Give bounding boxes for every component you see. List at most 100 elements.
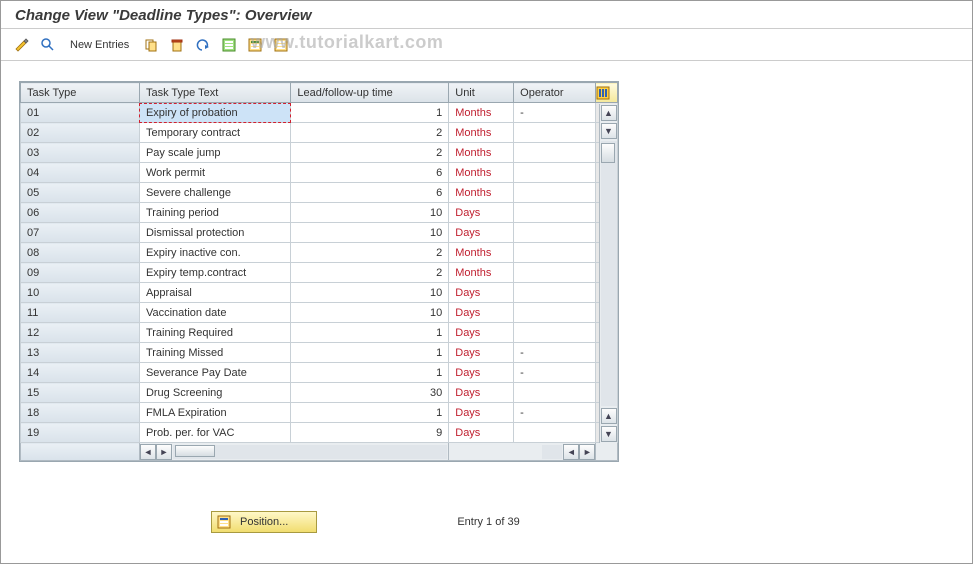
scroll-left2-icon[interactable]: ◄ — [563, 444, 579, 460]
hscroll-thumb-left[interactable] — [175, 445, 215, 457]
cell-lead-time[interactable]: 10 — [291, 303, 449, 323]
cell-task-type[interactable]: 12 — [21, 323, 140, 343]
cell-unit[interactable]: Days — [449, 403, 514, 423]
cell-task-type-text[interactable]: Training Required — [139, 323, 290, 343]
cell-task-type-text[interactable]: Expiry of probation — [139, 103, 290, 123]
cell-lead-time[interactable]: 1 — [291, 103, 449, 123]
cell-task-type-text[interactable]: Training period — [139, 203, 290, 223]
table-row[interactable]: 11Vaccination date10Days — [21, 303, 618, 323]
col-header-task-type[interactable]: Task Type — [21, 83, 140, 103]
cell-lead-time[interactable]: 2 — [291, 243, 449, 263]
cell-operator[interactable] — [514, 183, 596, 203]
cell-task-type[interactable]: 11 — [21, 303, 140, 323]
cell-operator[interactable] — [514, 223, 596, 243]
table-row[interactable]: 15Drug Screening30Days — [21, 383, 618, 403]
select-block-icon[interactable] — [244, 34, 266, 56]
cell-lead-time[interactable]: 1 — [291, 343, 449, 363]
cell-operator[interactable]: - — [514, 403, 596, 423]
table-row[interactable]: 06Training period10Days — [21, 203, 618, 223]
cell-task-type[interactable]: 14 — [21, 363, 140, 383]
cell-task-type-text[interactable]: Appraisal — [139, 283, 290, 303]
cell-lead-time[interactable]: 2 — [291, 143, 449, 163]
col-header-lead-time[interactable]: Lead/follow-up time — [291, 83, 449, 103]
cell-lead-time[interactable]: 30 — [291, 383, 449, 403]
table-row[interactable]: 04Work permit6Months — [21, 163, 618, 183]
cell-task-type[interactable]: 02 — [21, 123, 140, 143]
cell-unit[interactable]: Months — [449, 143, 514, 163]
cell-operator[interactable] — [514, 283, 596, 303]
cell-task-type-text[interactable]: Expiry inactive con. — [139, 243, 290, 263]
cell-unit[interactable]: Days — [449, 223, 514, 243]
cell-operator[interactable]: - — [514, 343, 596, 363]
cell-operator[interactable] — [514, 123, 596, 143]
vscroll-track[interactable] — [601, 141, 617, 406]
hscroll-left[interactable]: ◄ ► — [140, 444, 448, 460]
table-row[interactable]: 05Severe challenge6Months — [21, 183, 618, 203]
cell-task-type[interactable]: 01 — [21, 103, 140, 123]
cell-lead-time[interactable]: 10 — [291, 203, 449, 223]
col-header-unit[interactable]: Unit — [449, 83, 514, 103]
page-down-icon[interactable]: ▼ — [601, 426, 617, 442]
cell-task-type[interactable]: 09 — [21, 263, 140, 283]
vscroll-thumb[interactable] — [601, 143, 615, 163]
cell-operator[interactable] — [514, 143, 596, 163]
cell-operator[interactable] — [514, 323, 596, 343]
configure-columns-icon[interactable] — [596, 83, 618, 103]
cell-task-type-text[interactable]: Training Missed — [139, 343, 290, 363]
cell-operator[interactable] — [514, 263, 596, 283]
cell-operator[interactable] — [514, 303, 596, 323]
undo-icon[interactable] — [192, 34, 214, 56]
cell-task-type[interactable]: 13 — [21, 343, 140, 363]
scroll-right-icon[interactable]: ► — [156, 444, 172, 460]
scroll-down-icon[interactable]: ▼ — [601, 123, 617, 139]
cell-task-type-text[interactable]: Work permit — [139, 163, 290, 183]
cell-task-type-text[interactable]: Vaccination date — [139, 303, 290, 323]
cell-unit[interactable]: Months — [449, 163, 514, 183]
cell-unit[interactable]: Days — [449, 203, 514, 223]
position-button[interactable]: Position... — [211, 511, 317, 533]
table-row[interactable]: 12Training Required1Days — [21, 323, 618, 343]
cell-operator[interactable] — [514, 383, 596, 403]
cell-task-type-text[interactable]: Prob. per. for VAC — [139, 423, 290, 443]
table-row[interactable]: 03Pay scale jump2Months — [21, 143, 618, 163]
vscroll[interactable]: ▲ ▼ ▲ ▼ — [599, 104, 617, 443]
cell-task-type[interactable]: 03 — [21, 143, 140, 163]
cell-operator[interactable] — [514, 203, 596, 223]
page-up-icon[interactable]: ▲ — [601, 408, 617, 424]
cell-lead-time[interactable]: 1 — [291, 363, 449, 383]
new-entries-button[interactable]: New Entries — [63, 34, 136, 56]
cell-operator[interactable] — [514, 243, 596, 263]
cell-task-type[interactable]: 07 — [21, 223, 140, 243]
cell-task-type[interactable]: 15 — [21, 383, 140, 403]
table-row[interactable]: 14Severance Pay Date1Days- — [21, 363, 618, 383]
scroll-left-icon[interactable]: ◄ — [140, 444, 156, 460]
cell-unit[interactable]: Days — [449, 383, 514, 403]
col-header-task-type-text[interactable]: Task Type Text — [139, 83, 290, 103]
cell-unit[interactable]: Months — [449, 263, 514, 283]
scroll-up-icon[interactable]: ▲ — [601, 105, 617, 121]
hscroll-track-left[interactable] — [173, 445, 447, 459]
cell-task-type-text[interactable]: Severance Pay Date — [139, 363, 290, 383]
cell-unit[interactable]: Days — [449, 363, 514, 383]
table-row[interactable]: 19Prob. per. for VAC9Days — [21, 423, 618, 443]
cell-unit[interactable]: Months — [449, 123, 514, 143]
cell-task-type[interactable]: 19 — [21, 423, 140, 443]
deselect-all-icon[interactable] — [270, 34, 292, 56]
cell-unit[interactable]: Days — [449, 283, 514, 303]
cell-operator[interactable]: - — [514, 363, 596, 383]
delete-icon[interactable] — [166, 34, 188, 56]
cell-lead-time[interactable]: 6 — [291, 163, 449, 183]
cell-task-type[interactable]: 04 — [21, 163, 140, 183]
scroll-right2-icon[interactable]: ► — [579, 444, 595, 460]
cell-task-type[interactable]: 10 — [21, 283, 140, 303]
table-row[interactable]: 09Expiry temp.contract2Months — [21, 263, 618, 283]
cell-lead-time[interactable]: 9 — [291, 423, 449, 443]
toggle-change-icon[interactable] — [11, 34, 33, 56]
cell-task-type-text[interactable]: Pay scale jump — [139, 143, 290, 163]
cell-unit[interactable]: Days — [449, 343, 514, 363]
table-row[interactable]: 08Expiry inactive con.2Months — [21, 243, 618, 263]
cell-task-type[interactable]: 05 — [21, 183, 140, 203]
cell-unit[interactable]: Months — [449, 243, 514, 263]
table-row[interactable]: 18FMLA Expiration1Days- — [21, 403, 618, 423]
cell-task-type[interactable]: 06 — [21, 203, 140, 223]
